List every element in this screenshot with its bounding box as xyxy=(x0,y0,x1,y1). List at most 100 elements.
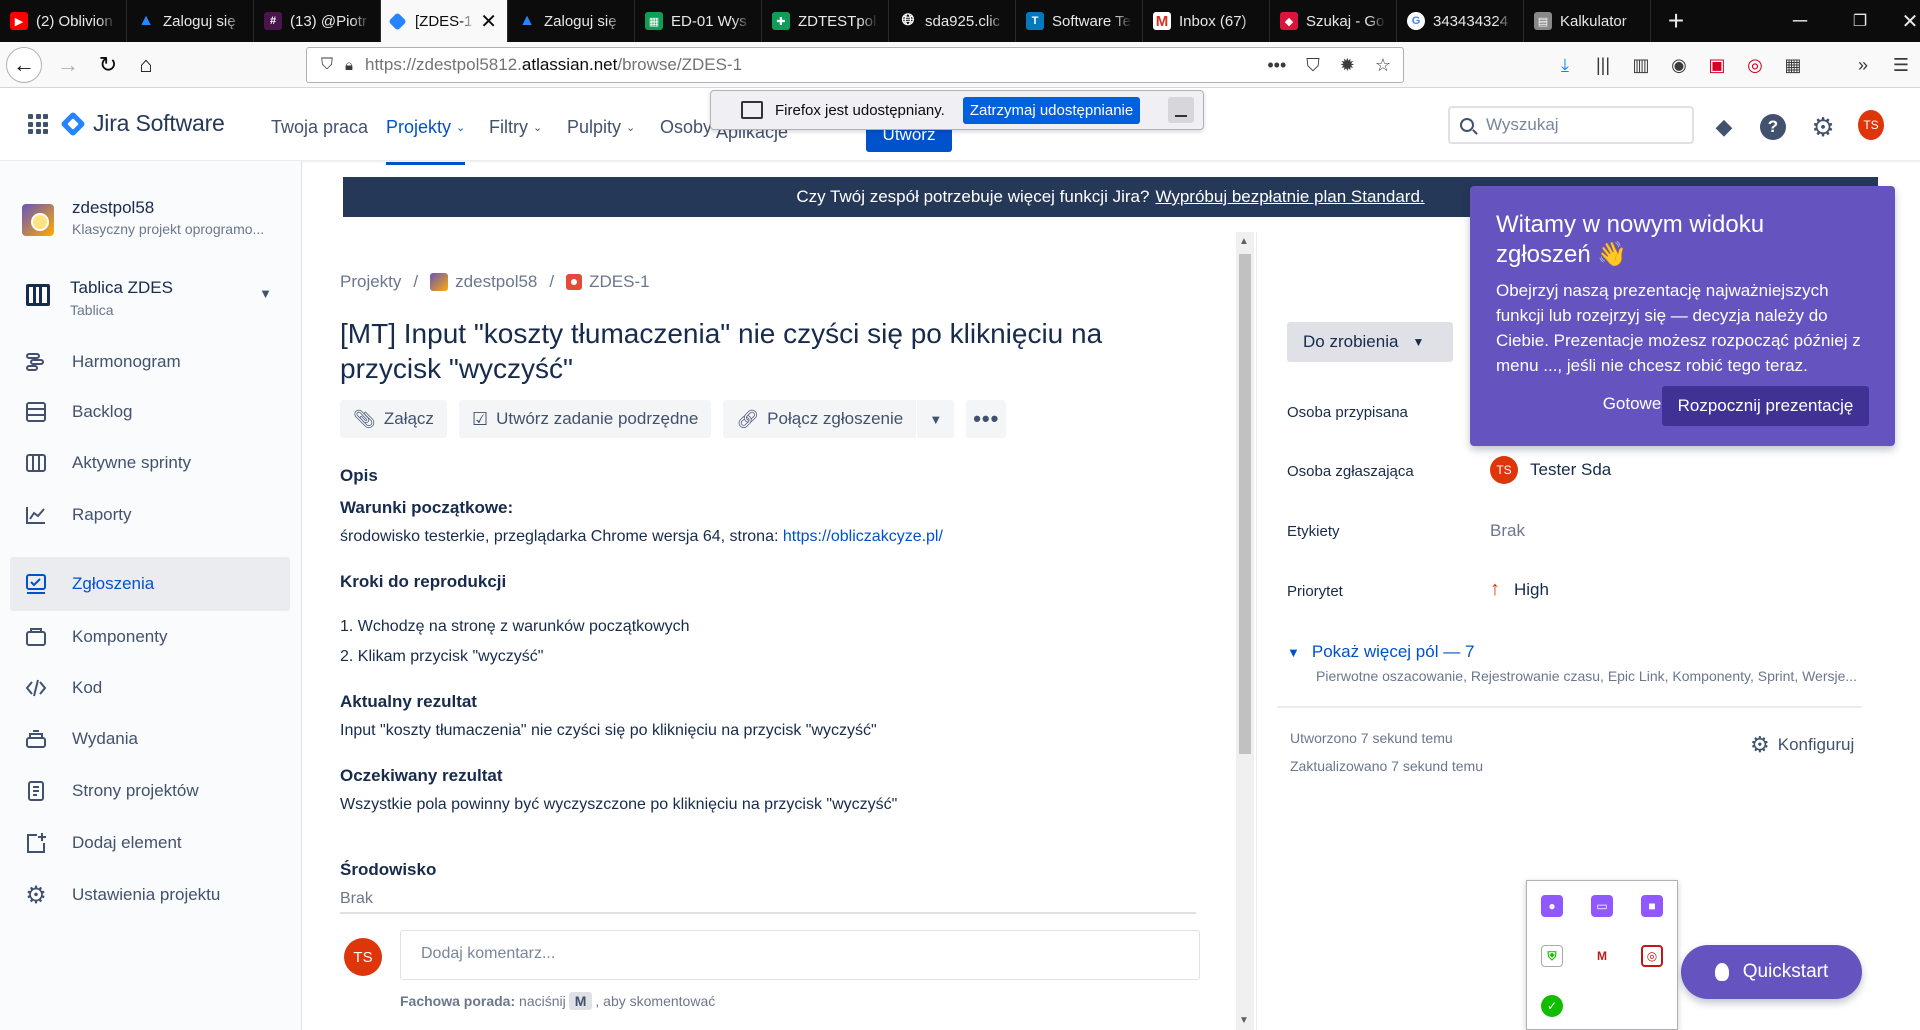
lock-icon[interactable]: 🔒︎ xyxy=(345,57,353,74)
sidebar-item-issues[interactable]: Zgłoszenia xyxy=(10,557,290,611)
browser-tab[interactable]: ◆ Szukaj - Go xyxy=(1270,0,1397,42)
check-extension-icon[interactable]: ✓ xyxy=(1541,995,1563,1017)
reporter-field[interactable]: TS Tester Sda xyxy=(1490,456,1611,484)
nav-filters[interactable]: Filtry ⌄ xyxy=(489,117,542,138)
banner-link[interactable]: Wypróbuj bezpłatnie plan Standard. xyxy=(1155,187,1424,207)
screen-share-extension-icon[interactable]: ▭ xyxy=(1591,895,1613,917)
scroll-up-icon[interactable]: ▲ xyxy=(1239,236,1249,247)
link-issue-button[interactable]: 🔗︎ Połącz zgłoszenie xyxy=(723,400,917,438)
browser-tab[interactable]: # (13) @Piotr xyxy=(254,0,381,42)
status-dropdown[interactable]: Do zrobienia ▼ xyxy=(1287,322,1453,362)
jira-logo[interactable]: Jira Software xyxy=(60,110,225,137)
new-tab-button[interactable]: + xyxy=(1651,0,1701,42)
reload-button[interactable]: ↻ xyxy=(90,47,126,83)
board-switcher[interactable]: Tablica ZDES Tablica ▼ xyxy=(22,278,284,324)
breadcrumb-projects[interactable]: Projekty xyxy=(340,272,401,292)
bookmark-star-icon[interactable]: ☆ xyxy=(1375,55,1391,76)
comment-input[interactable]: Dodaj komentarz... xyxy=(400,930,1200,980)
url-text[interactable]: https://zdestpol5812.atlassian.net/brows… xyxy=(365,55,742,75)
sidebar-item-code[interactable]: Kod xyxy=(10,663,290,713)
home-button[interactable]: ⌂ xyxy=(128,47,164,83)
site-link[interactable]: https://obliczakcyze.pl/ xyxy=(783,528,943,545)
browser-tab[interactable]: ▲ Zaloguj się xyxy=(127,0,254,42)
url-bar[interactable]: ⛉ 🔒︎ https://zdestpol5812.atlassian.net/… xyxy=(306,47,1404,83)
breadcrumb-issue-key[interactable]: ZDES-1 xyxy=(589,272,649,292)
library-icon[interactable]: ||| xyxy=(1590,52,1616,78)
browser-tab[interactable]: ▦ ED-01 Wys xyxy=(635,0,762,42)
minimize-window-button[interactable]: ─ xyxy=(1770,0,1830,42)
close-tab-icon[interactable]: ✕ xyxy=(480,9,497,34)
sidebar-item-active-sprints[interactable]: Aktywne sprinty xyxy=(10,438,290,488)
pocket-icon[interactable]: ⛉ xyxy=(1306,55,1320,76)
close-window-button[interactable]: ✕ xyxy=(1880,0,1920,42)
shield-extension-icon[interactable]: ⛨ xyxy=(1541,945,1563,967)
extensions-overflow-icon[interactable]: » xyxy=(1850,52,1876,78)
browser-tab[interactable]: T Software Te xyxy=(1016,0,1143,42)
menu-icon[interactable]: ☰ xyxy=(1888,52,1914,78)
browser-tab-active[interactable]: [ZDES-1 ✕ xyxy=(381,0,508,42)
nav-people[interactable]: Osoby xyxy=(660,117,712,138)
sidebar-item-add-item[interactable]: Dodaj element xyxy=(10,818,290,868)
browser-tab[interactable]: ▶ (2) Oblivion xyxy=(0,0,127,42)
chevron-down-icon[interactable]: ▼ xyxy=(259,286,272,301)
configure-button[interactable]: ⚙ Konfiguruj xyxy=(1750,732,1854,758)
minimize-share-bar-button[interactable] xyxy=(1168,97,1195,123)
forward-button[interactable]: → xyxy=(50,47,86,83)
search-field[interactable] xyxy=(1448,106,1694,144)
search-extension-icon[interactable]: ◎ xyxy=(1641,945,1663,967)
sidebar-item-roadmap[interactable]: Harmonogram xyxy=(10,337,290,387)
priority-field[interactable]: ↑ High xyxy=(1490,578,1549,601)
app-switcher-icon[interactable] xyxy=(28,114,48,134)
scroll-down-icon[interactable]: ▼ xyxy=(1239,1015,1249,1026)
labels-value[interactable]: Brak xyxy=(1490,521,1525,541)
unknown-extension-icon[interactable]: ▦ xyxy=(1780,52,1806,78)
browser-tab[interactable]: M Inbox (67) xyxy=(1143,0,1270,42)
extension-icon[interactable]: ✹ xyxy=(1340,55,1355,76)
link-issue-dropdown[interactable]: ▼ xyxy=(916,400,955,438)
pocket-extension-icon[interactable]: ▣ xyxy=(1704,52,1730,78)
browser-tab[interactable]: ▤ Kalkulator xyxy=(1524,0,1651,42)
issue-title[interactable]: [MT] Input "koszty tłumaczenia" nie czyś… xyxy=(340,316,1160,386)
sidebar-item-reports[interactable]: Raporty xyxy=(10,490,290,540)
security-extension-icon[interactable]: ◎ xyxy=(1742,52,1768,78)
stop-sharing-button[interactable]: Zatrzymaj udostępnianie xyxy=(962,96,1141,124)
settings-gear-icon[interactable]: ⚙ xyxy=(1810,112,1836,142)
sidebar-icon[interactable]: ▥ xyxy=(1628,52,1654,78)
start-tour-button[interactable]: Rozpocznij prezentację xyxy=(1662,386,1869,426)
breadcrumb-separator: / xyxy=(413,272,419,291)
sidebar-item-components[interactable]: Komponenty xyxy=(10,612,290,662)
sidebar-item-project-pages[interactable]: Strony projektów xyxy=(10,766,290,816)
show-more-fields-button[interactable]: ▼ Pokaż więcej pól — 7 xyxy=(1287,642,1474,662)
notifications-icon[interactable]: ◆ xyxy=(1711,114,1737,140)
mcafee-extension-icon[interactable]: M xyxy=(1591,945,1613,967)
browser-tab[interactable]: G 343434324 xyxy=(1397,0,1524,42)
microphone-extension-icon[interactable]: ● xyxy=(1541,895,1563,917)
downloads-icon[interactable]: ⤓ xyxy=(1552,52,1578,78)
more-actions-button[interactable]: ••• xyxy=(966,400,1007,438)
create-subtask-button[interactable]: ☑ Utwórz zadanie podrzędne xyxy=(458,400,712,438)
browser-tab[interactable]: ▲ Zaloguj się xyxy=(508,0,635,42)
account-icon[interactable]: ◉ xyxy=(1666,52,1692,78)
sidebar-item-releases[interactable]: Wydania xyxy=(10,714,290,764)
breadcrumb-project[interactable]: zdestpol58 xyxy=(455,272,537,292)
sidebar-item-backlog[interactable]: Backlog xyxy=(10,387,290,437)
description-scrollbar[interactable]: ▲ ▼ xyxy=(1236,232,1254,1030)
back-button[interactable]: ← xyxy=(6,47,42,83)
browser-tab[interactable]: 🌐︎ sda925.clic xyxy=(889,0,1016,42)
project-header[interactable]: zdestpol58 Klasyczny projekt oprogramo..… xyxy=(22,198,264,237)
tracking-shield-icon[interactable]: ⛉ xyxy=(321,56,333,74)
nav-your-work[interactable]: Twoja praca xyxy=(271,117,368,138)
attach-button[interactable]: 📎︎ Załącz xyxy=(340,400,447,438)
user-avatar[interactable]: TS xyxy=(1858,110,1884,140)
search-input[interactable] xyxy=(1486,115,1666,135)
environment-value[interactable]: Brak xyxy=(340,890,373,908)
browser-tab[interactable]: ✚ ZDTESTpol xyxy=(762,0,889,42)
sidebar-item-project-settings[interactable]: ⚙ Ustawienia projektu xyxy=(10,870,290,920)
nav-dashboards[interactable]: Pulpity ⌄ xyxy=(567,117,635,138)
help-icon[interactable]: ? xyxy=(1760,114,1786,140)
quickstart-button[interactable]: Quickstart xyxy=(1681,945,1862,999)
nav-projects[interactable]: Projekty ⌄ xyxy=(386,117,466,165)
camera-extension-icon[interactable]: ■ xyxy=(1641,895,1663,917)
scrollbar-thumb[interactable] xyxy=(1239,254,1251,754)
page-actions-icon[interactable]: ••• xyxy=(1267,55,1286,76)
